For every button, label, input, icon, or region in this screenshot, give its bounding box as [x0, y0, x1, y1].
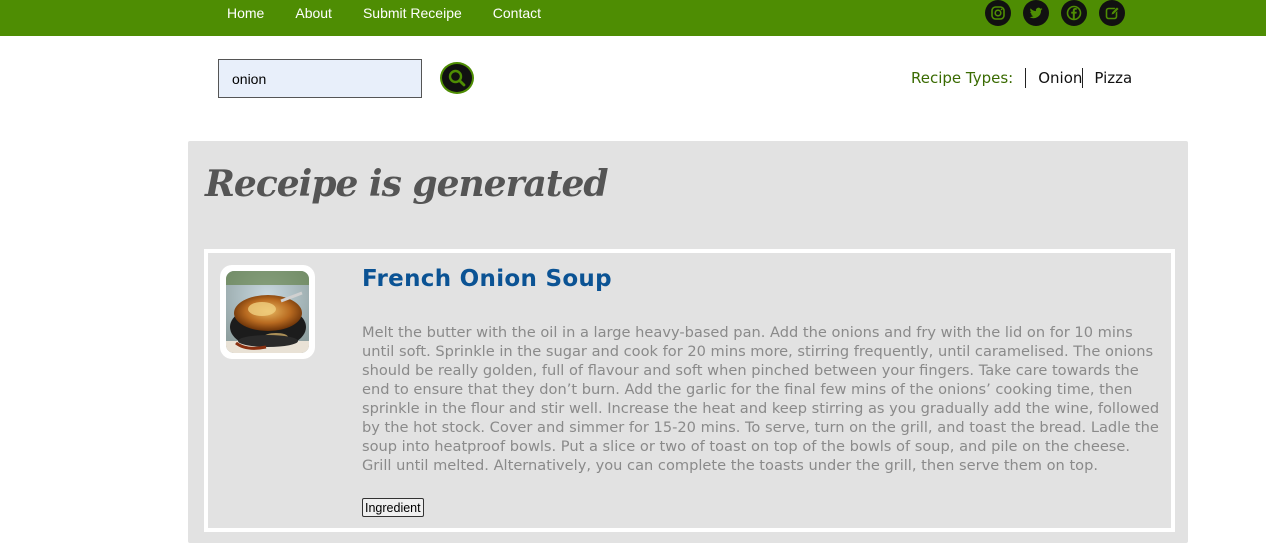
search-icon	[448, 69, 466, 87]
facebook-icon[interactable]	[1061, 0, 1087, 26]
search-button[interactable]	[440, 62, 474, 94]
nav-link-submit-receipe[interactable]: Submit Receipe	[363, 5, 462, 21]
recipe-type-onion[interactable]: Onion	[1025, 68, 1082, 88]
recipe-types-label: Recipe Types:	[911, 69, 1014, 87]
search-input[interactable]	[218, 59, 422, 98]
nav-link-home[interactable]: Home	[227, 5, 264, 21]
recipe-type-pizza[interactable]: Pizza	[1082, 68, 1132, 88]
social-links	[985, 0, 1125, 26]
recipe-description: Melt the butter with the oil in a large …	[362, 324, 1160, 474]
twitter-icon[interactable]	[1023, 0, 1049, 26]
nav-link-contact[interactable]: Contact	[493, 5, 541, 21]
edit-icon[interactable]	[1099, 0, 1125, 26]
recipe-image	[220, 265, 315, 359]
recipe-types: Recipe Types: Onion Pizza	[911, 68, 1132, 88]
page-title: Receipe is generated	[205, 163, 609, 205]
ingredient-button[interactable]: Ingredient	[362, 498, 424, 517]
recipe-title[interactable]: French Onion Soup	[362, 266, 612, 292]
top-nav-bar: Home About Submit Receipe Contact	[0, 0, 1266, 36]
soup-image	[226, 271, 309, 353]
instagram-icon[interactable]	[985, 0, 1011, 26]
main-nav: Home About Submit Receipe Contact	[227, 0, 541, 26]
nav-link-about[interactable]: About	[295, 5, 332, 21]
